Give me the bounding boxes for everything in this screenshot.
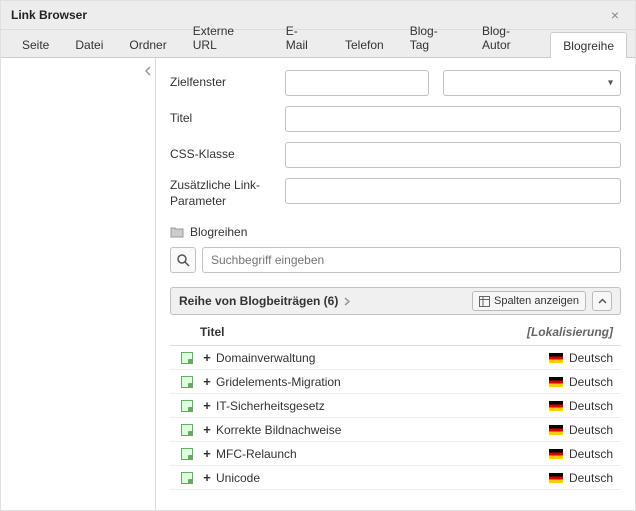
tab-externe-url[interactable]: Externe URL	[180, 17, 273, 57]
sidebar	[1, 58, 156, 510]
body: Zielfenster ▾ Titel CSS-Klasse	[1, 58, 635, 510]
plus-icon: +	[200, 398, 214, 413]
row-lang: Deutsch	[547, 375, 613, 389]
folder-icon	[170, 226, 184, 238]
row-lang: Deutsch	[547, 471, 613, 485]
title-input[interactable]	[285, 106, 621, 132]
plus-icon: +	[200, 422, 214, 437]
row-title: MFC-Relaunch	[214, 447, 547, 461]
label-css: CSS-Klasse	[170, 147, 285, 163]
tab-blog-tag[interactable]: Blog-Tag	[397, 17, 469, 57]
page-icon	[178, 448, 196, 460]
plus-icon: +	[200, 470, 214, 485]
chevron-right-icon	[344, 297, 351, 306]
tab-datei[interactable]: Datei	[62, 31, 116, 57]
table-row[interactable]: + IT-Sicherheitsgesetz Deutsch	[170, 394, 621, 418]
th-localization: [Lokalisierung]	[519, 319, 621, 345]
table-head: Titel [Lokalisierung]	[170, 319, 621, 346]
tab-blog-autor[interactable]: Blog-Autor	[469, 17, 550, 57]
form-row-target: Zielfenster ▾	[170, 70, 621, 96]
plus-icon: +	[200, 446, 214, 461]
columns-button-label: Spalten anzeigen	[494, 295, 579, 307]
tab-telefon[interactable]: Telefon	[332, 31, 397, 57]
table-row[interactable]: + Gridelements-Migration Deutsch	[170, 370, 621, 394]
flag-de-icon	[549, 425, 563, 435]
table-row[interactable]: + Domainverwaltung Deutsch	[170, 346, 621, 370]
search-icon	[177, 254, 190, 267]
flag-de-icon	[549, 353, 563, 363]
label-title: Titel	[170, 111, 285, 127]
form-row-css: CSS-Klasse	[170, 142, 621, 168]
row-title: Korrekte Bildnachweise	[214, 423, 547, 437]
section-collapse-button[interactable]	[592, 291, 612, 311]
list-heading-text: Blogreihen	[190, 225, 247, 239]
target-select[interactable]	[443, 70, 621, 96]
row-lang: Deutsch	[547, 399, 613, 413]
table-row[interactable]: + Unicode Deutsch	[170, 466, 621, 490]
plus-icon: +	[200, 374, 214, 389]
table: Titel [Lokalisierung] + Domainverwaltung…	[170, 319, 621, 490]
page-icon	[178, 424, 196, 436]
row-title: Unicode	[214, 471, 547, 485]
window: Link Browser × Seite Datei Ordner Extern…	[0, 0, 636, 511]
page-icon	[178, 400, 196, 412]
table-row[interactable]: + Korrekte Bildnachweise Deutsch	[170, 418, 621, 442]
table-row[interactable]: + MFC-Relaunch Deutsch	[170, 442, 621, 466]
row-title: Gridelements-Migration	[214, 375, 547, 389]
tab-bar: Seite Datei Ordner Externe URL E-Mail Te…	[1, 30, 635, 58]
main-panel: Zielfenster ▾ Titel CSS-Klasse	[156, 58, 635, 510]
label-target: Zielfenster	[170, 75, 285, 91]
window-title: Link Browser	[11, 8, 87, 22]
row-title: Domainverwaltung	[214, 351, 547, 365]
tab-ordner[interactable]: Ordner	[116, 31, 179, 57]
flag-de-icon	[549, 473, 563, 483]
page-icon	[178, 376, 196, 388]
search-input[interactable]	[202, 247, 621, 273]
section-bar[interactable]: Reihe von Blogbeiträgen (6) Spalten anze…	[170, 287, 621, 315]
section-bar-label: Reihe von Blogbeiträgen (6)	[179, 294, 338, 308]
columns-icon	[479, 296, 490, 307]
label-params: Zusätzliche Link-Parameter	[170, 178, 285, 209]
search-button[interactable]	[170, 247, 196, 273]
row-lang: Deutsch	[547, 351, 613, 365]
flag-de-icon	[549, 449, 563, 459]
params-input[interactable]	[285, 178, 621, 204]
form-row-params: Zusätzliche Link-Parameter	[170, 178, 621, 209]
list-heading: Blogreihen	[170, 225, 621, 239]
tab-seite[interactable]: Seite	[9, 31, 62, 57]
columns-button[interactable]: Spalten anzeigen	[472, 291, 586, 311]
page-icon	[178, 472, 196, 484]
flag-de-icon	[549, 377, 563, 387]
flag-de-icon	[549, 401, 563, 411]
tab-blogreihe[interactable]: Blogreihe	[550, 32, 627, 58]
th-title: Titel	[192, 319, 519, 345]
target-input[interactable]	[285, 70, 429, 96]
row-lang: Deutsch	[547, 423, 613, 437]
css-input[interactable]	[285, 142, 621, 168]
row-title: IT-Sicherheitsgesetz	[214, 399, 547, 413]
search-row	[170, 247, 621, 273]
page-icon	[178, 352, 196, 364]
plus-icon: +	[200, 350, 214, 365]
form-row-title: Titel	[170, 106, 621, 132]
tab-email[interactable]: E-Mail	[273, 17, 332, 57]
sidebar-collapse-icon[interactable]	[144, 66, 152, 76]
close-icon[interactable]: ×	[605, 5, 625, 25]
th-icon	[170, 319, 192, 345]
target-select-wrap: ▾	[443, 70, 621, 96]
row-lang: Deutsch	[547, 447, 613, 461]
